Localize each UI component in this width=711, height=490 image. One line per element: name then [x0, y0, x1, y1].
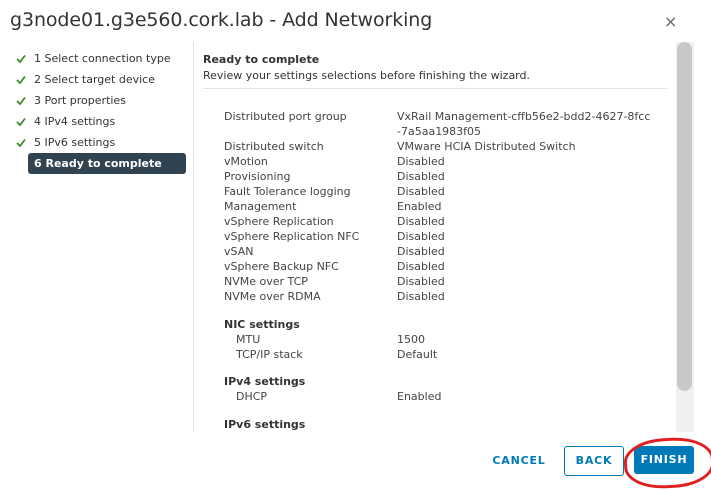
checkmark-icon	[16, 75, 26, 85]
step-label: 1 Select connection type	[34, 52, 171, 65]
dialog-title: g3node01.g3e560.cork.lab - Add Networkin…	[10, 9, 433, 31]
setting-value: Disabled	[397, 275, 445, 288]
setting-key: vMotion	[224, 155, 268, 168]
setting-key: DHCP	[236, 390, 268, 403]
setting-value: Disabled	[397, 260, 445, 273]
setting-row: NVMe over RDMA Disabled	[224, 289, 664, 304]
step-port-properties[interactable]: 3 Port properties	[14, 90, 189, 111]
setting-value: Disabled	[397, 185, 445, 198]
setting-row: Distributed port group VxRail Management…	[224, 109, 664, 139]
step-label: 6 Ready to complete	[34, 157, 162, 170]
setting-value: Disabled	[397, 155, 445, 168]
page-heading: Ready to complete	[203, 53, 320, 66]
ipv4-settings-heading: IPv4 settings	[224, 375, 306, 388]
page-subheading: Review your settings selections before f…	[203, 69, 530, 82]
setting-row: TCP/IP stack Default	[224, 347, 664, 362]
setting-value: VxRail Management-cffb56e2-bdd2-4627-8fc…	[397, 110, 651, 138]
setting-key: Management	[224, 200, 297, 213]
setting-value: Disabled	[397, 245, 445, 258]
setting-key: vSAN	[224, 245, 254, 258]
step-ready-to-complete[interactable]: 6 Ready to complete	[28, 153, 186, 174]
close-icon[interactable]: ×	[664, 14, 677, 30]
setting-row: DHCP Enabled	[224, 389, 664, 404]
setting-value: Disabled	[397, 215, 445, 228]
finish-button[interactable]: FINISH	[634, 446, 694, 474]
step-ipv6-settings[interactable]: 5 IPv6 settings	[14, 132, 189, 153]
step-label: 2 Select target device	[34, 73, 155, 86]
setting-row: MTU 1500	[224, 332, 664, 347]
setting-key: vSphere Backup NFC	[224, 260, 339, 273]
setting-value: Disabled	[397, 290, 445, 303]
back-button[interactable]: BACK	[564, 446, 624, 476]
setting-row: vSphere Replication NFC Disabled	[224, 229, 664, 244]
step-label: 5 IPv6 settings	[34, 136, 116, 149]
dialog-titlebar: g3node01.g3e560.cork.lab - Add Networkin…	[0, 0, 711, 42]
setting-key: Distributed switch	[224, 140, 324, 153]
setting-key: MTU	[236, 333, 261, 346]
setting-value: Default	[397, 348, 438, 361]
setting-row: Provisioning Disabled	[224, 169, 664, 184]
setting-row: Fault Tolerance logging Disabled	[224, 184, 664, 199]
cancel-button[interactable]: CANCEL	[488, 452, 550, 470]
setting-value: Disabled	[397, 170, 445, 183]
scrollbar-thumb[interactable]	[677, 42, 692, 391]
setting-row: NVMe over TCP Disabled	[224, 274, 664, 289]
nic-settings-heading: NIC settings	[224, 318, 300, 331]
step-select-connection-type[interactable]: 1 Select connection type	[14, 48, 189, 69]
setting-value: Enabled	[397, 390, 442, 403]
setting-key: Provisioning	[224, 170, 291, 183]
checkmark-icon	[16, 54, 26, 64]
section-divider	[203, 88, 667, 89]
setting-row: vSphere Backup NFC Disabled	[224, 259, 664, 274]
setting-value: VMware HCIA Distributed Switch	[397, 140, 576, 153]
ipv6-settings-heading: IPv6 settings	[224, 418, 306, 431]
setting-row: Distributed switch VMware HCIA Distribut…	[224, 139, 664, 154]
setting-row: vMotion Disabled	[224, 154, 664, 169]
step-ipv4-settings[interactable]: 4 IPv4 settings	[14, 111, 189, 132]
step-label: 3 Port properties	[34, 94, 126, 107]
checkmark-icon	[16, 138, 26, 148]
setting-value: 1500	[397, 333, 425, 346]
summary-panel: Ready to complete Review your settings s…	[195, 42, 675, 432]
setting-key: Fault Tolerance logging	[224, 185, 351, 198]
setting-row: vSAN Disabled	[224, 244, 664, 259]
panel-divider	[193, 42, 194, 432]
setting-key: vSphere Replication	[224, 215, 334, 228]
checkmark-icon	[16, 117, 26, 127]
setting-key: NVMe over RDMA	[224, 290, 321, 303]
setting-row: vSphere Replication Disabled	[224, 214, 664, 229]
settings-list: Distributed port group VxRail Management…	[224, 109, 664, 432]
setting-key: vSphere Replication NFC	[224, 230, 360, 243]
checkmark-icon	[16, 96, 26, 106]
setting-value: Disabled	[397, 230, 445, 243]
wizard-steps: 1 Select connection type 2 Select target…	[14, 48, 189, 174]
setting-row: Management Enabled	[224, 199, 664, 214]
step-select-target-device[interactable]: 2 Select target device	[14, 69, 189, 90]
step-label: 4 IPv4 settings	[34, 115, 116, 128]
setting-key: TCP/IP stack	[236, 348, 303, 361]
setting-key: NVMe over TCP	[224, 275, 308, 288]
setting-value: Enabled	[397, 200, 442, 213]
setting-key: Distributed port group	[224, 110, 347, 123]
